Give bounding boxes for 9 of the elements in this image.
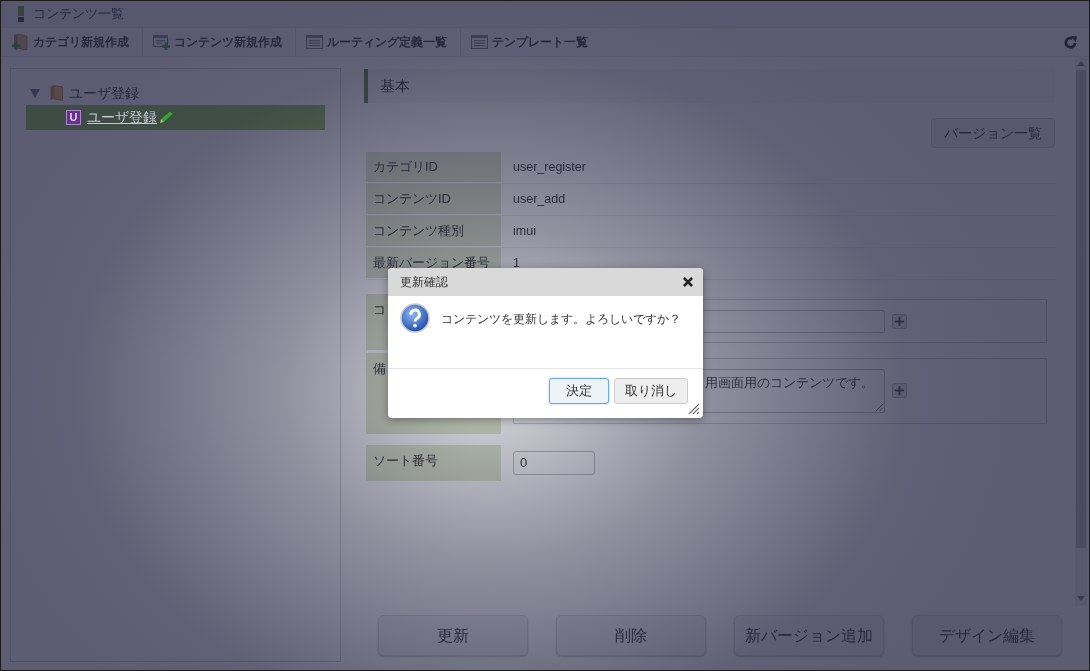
type-badge: U <box>66 110 81 125</box>
field-value: user_register <box>513 158 586 176</box>
field-label: ソート番号 <box>366 445 501 481</box>
field-value: imui <box>513 222 536 240</box>
field-label: コンテンツ種別 <box>366 216 501 246</box>
field-label: コンテンツID <box>366 184 501 214</box>
field-value: user_add <box>513 190 566 208</box>
field-label: カテゴリID <box>366 152 501 182</box>
field-value: 1 <box>513 254 520 272</box>
